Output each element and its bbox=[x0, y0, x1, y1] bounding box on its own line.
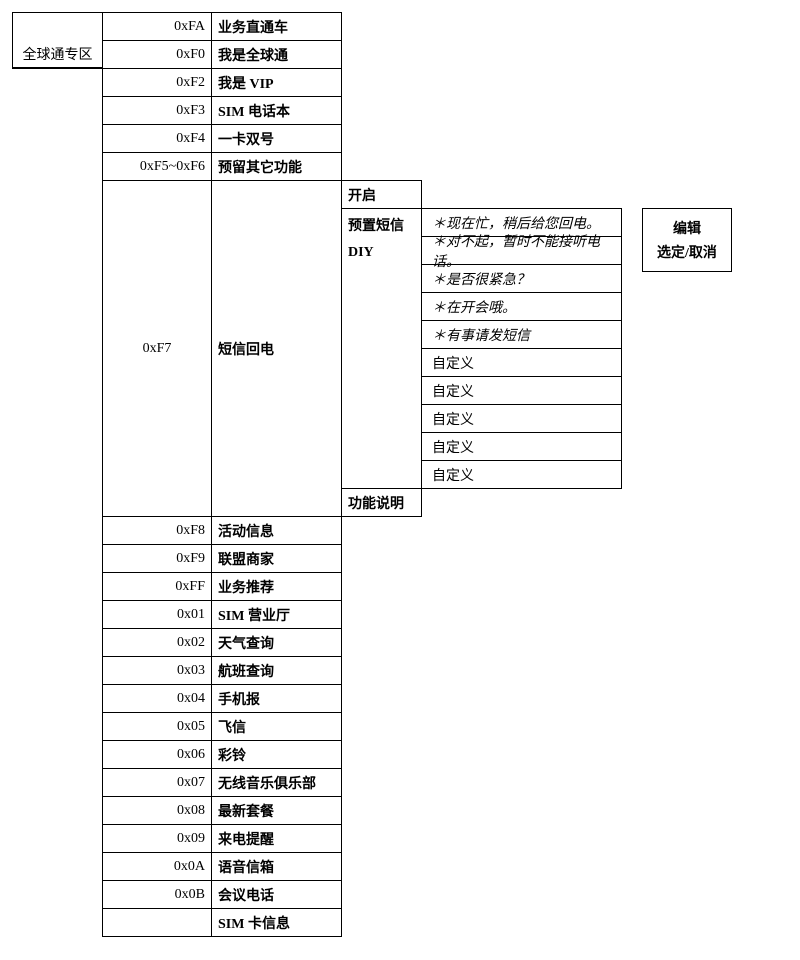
hex-code: 0x09 bbox=[103, 825, 212, 853]
feature-name: 彩铃 bbox=[212, 741, 342, 769]
hex-code-column: 0xFA 0xF0 0xF2 0xF3 0xF4 0xF5~0xF6 0xF7 … bbox=[102, 12, 212, 937]
custom-sms-item: 自定义 bbox=[422, 461, 622, 489]
feature-name: 短信回电 bbox=[212, 181, 342, 517]
action-panel: 编辑 选定/取消 bbox=[642, 208, 732, 272]
preset-sms-item: ＊是否很紧急？ bbox=[422, 265, 622, 293]
hex-code: 0xF8 bbox=[103, 517, 212, 545]
menu-structure-diagram: 全球通专区 0xFA 0xF0 0xF2 0xF3 0xF4 0xF5~0xF6… bbox=[12, 12, 788, 937]
feature-name: 无线音乐俱乐部 bbox=[212, 769, 342, 797]
feature-name: 业务直通车 bbox=[212, 13, 342, 41]
feature-name: 我是全球通 bbox=[212, 41, 342, 69]
hex-code: 0x06 bbox=[103, 741, 212, 769]
preset-sms-item: ＊有事请发短信 bbox=[422, 321, 622, 349]
hex-code: 0x08 bbox=[103, 797, 212, 825]
feature-name: 最新套餐 bbox=[212, 797, 342, 825]
hex-code: 0x04 bbox=[103, 685, 212, 713]
custom-sms-item: 自定义 bbox=[422, 433, 622, 461]
hex-code: 0xF7 bbox=[103, 181, 212, 517]
hex-code: 0xF5~0xF6 bbox=[103, 153, 212, 181]
feature-name: 我是 VIP bbox=[212, 69, 342, 97]
preset-sms-column: ＊现在忙，稍后给您回电。 ＊对不起，暂时不能接听电话。 ＊是否很紧急？ ＊在开会… bbox=[422, 208, 622, 489]
preset-sms-item: ＊在开会哦。 bbox=[422, 293, 622, 321]
hex-code: 0xFF bbox=[103, 573, 212, 601]
sub-option-column: 开启 预置短信 DIY 功能说明 bbox=[342, 180, 422, 517]
feature-name: 联盟商家 bbox=[212, 545, 342, 573]
hex-code: 0xF4 bbox=[103, 125, 212, 153]
hex-code: 0x05 bbox=[103, 713, 212, 741]
feature-name: SIM 营业厅 bbox=[212, 601, 342, 629]
hex-code: 0xF2 bbox=[103, 69, 212, 97]
sub-option: 开启 bbox=[342, 181, 422, 209]
hex-code: 0xFA bbox=[103, 13, 212, 41]
blank-cell bbox=[13, 13, 102, 40]
sub-option: 预置短信 DIY bbox=[342, 209, 422, 489]
hex-code: 0xF0 bbox=[103, 41, 212, 69]
feature-name: 预留其它功能 bbox=[212, 153, 342, 181]
preset-sms-item: ＊对不起，暂时不能接听电话。 bbox=[422, 237, 622, 265]
custom-sms-item: 自定义 bbox=[422, 377, 622, 405]
hex-code: 0x03 bbox=[103, 657, 212, 685]
feature-name: 语音信箱 bbox=[212, 853, 342, 881]
hex-code: 0x07 bbox=[103, 769, 212, 797]
feature-column: 业务直通车 我是全球通 我是 VIP SIM 电话本 一卡双号 预留其它功能 短… bbox=[212, 12, 342, 937]
feature-name: 一卡双号 bbox=[212, 125, 342, 153]
custom-sms-item: 自定义 bbox=[422, 405, 622, 433]
feature-name: 飞信 bbox=[212, 713, 342, 741]
hex-code: 0x02 bbox=[103, 629, 212, 657]
feature-name: 天气查询 bbox=[212, 629, 342, 657]
hex-code: 0x0B bbox=[103, 881, 212, 909]
category-span bbox=[12, 68, 102, 69]
hex-code: 0x0A bbox=[103, 853, 212, 881]
category-column: 全球通专区 bbox=[12, 12, 102, 69]
feature-name: SIM 电话本 bbox=[212, 97, 342, 125]
hex-code: 0xF3 bbox=[103, 97, 212, 125]
hex-code: 0xF9 bbox=[103, 545, 212, 573]
feature-name: 会议电话 bbox=[212, 881, 342, 909]
feature-name: 来电提醒 bbox=[212, 825, 342, 853]
hex-code: 0x01 bbox=[103, 601, 212, 629]
feature-name: SIM 卡信息 bbox=[212, 909, 342, 937]
feature-name: 业务推荐 bbox=[212, 573, 342, 601]
feature-name: 活动信息 bbox=[212, 517, 342, 545]
edit-label: 编辑 bbox=[649, 218, 725, 238]
select-cancel-label: 选定/取消 bbox=[649, 242, 725, 262]
sub-option: 功能说明 bbox=[342, 489, 422, 517]
custom-sms-item: 自定义 bbox=[422, 349, 622, 377]
sub-option-line1: 预置短信 bbox=[348, 215, 404, 235]
category-label: 全球通专区 bbox=[13, 40, 102, 67]
sub-option-line2: DIY bbox=[348, 245, 374, 261]
hex-code bbox=[103, 909, 212, 937]
feature-name: 航班查询 bbox=[212, 657, 342, 685]
feature-name: 手机报 bbox=[212, 685, 342, 713]
